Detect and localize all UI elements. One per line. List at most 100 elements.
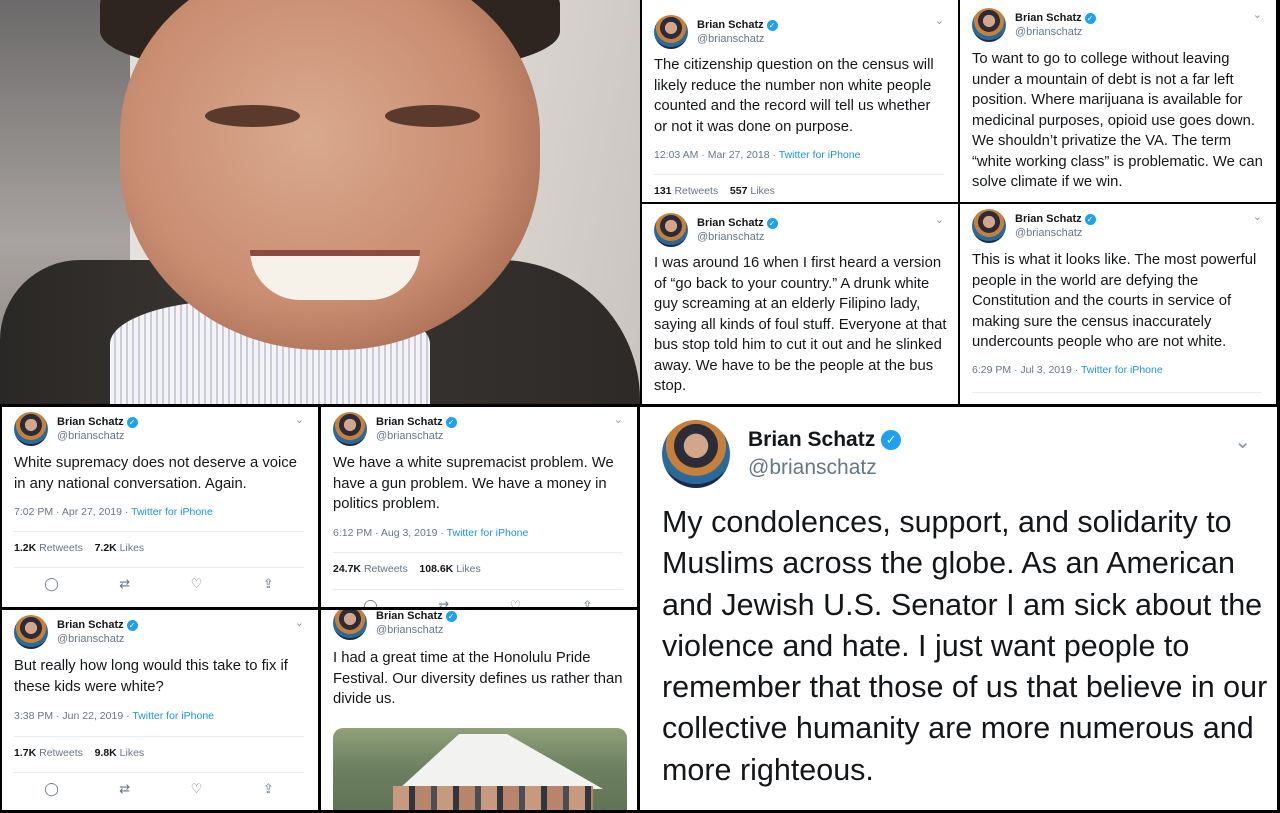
chevron-down-icon[interactable]: ⌄: [1253, 210, 1262, 223]
author-name[interactable]: Brian Schatz: [57, 618, 124, 632]
tweet-source[interactable]: Twitter for iPhone: [132, 710, 214, 722]
avatar[interactable]: [662, 420, 730, 488]
chevron-down-icon[interactable]: ⌄: [935, 213, 944, 226]
tweet-text: The citizenship question on the census w…: [654, 57, 934, 135]
like-count[interactable]: 108.6K: [419, 563, 453, 575]
author-handle[interactable]: @brianschatz: [1015, 25, 1096, 39]
tweet-source[interactable]: Twitter for iPhone: [131, 506, 213, 518]
retweet-count[interactable]: 1.7K: [14, 747, 36, 759]
tweet-card-bus-stop[interactable]: Brian Schatz ✓ @brianschatz ⌄ I was aroun…: [642, 204, 958, 404]
reply-icon[interactable]: ◯: [44, 781, 59, 797]
author-handle[interactable]: @brianschatz: [748, 454, 901, 482]
tweet-card-white-supremacy-voice[interactable]: Brian Schatz ✓ @brianschatz ⌄ White supre…: [2, 407, 318, 607]
author-handle[interactable]: @brianschatz: [376, 623, 457, 637]
verified-badge-icon: ✓: [126, 619, 138, 631]
tweet-time[interactable]: 12:03 AM · Mar 27, 2018: [654, 149, 770, 161]
like-count[interactable]: 7.2K: [95, 542, 117, 554]
verified-badge-icon: ✓: [766, 217, 778, 229]
retweet-icon[interactable]: ⇄: [119, 781, 130, 797]
tweet-time[interactable]: 3:38 PM · Jun 22, 2019: [14, 710, 123, 722]
likes-label: Likes: [119, 542, 145, 554]
author-handle[interactable]: @brianschatz: [1015, 226, 1096, 240]
tweet-card-condolences-muslims[interactable]: Brian Schatz ✓ @brianschatz ⌄ My condolen…: [640, 407, 1277, 810]
tweet-actions: ◯ ⇄ ♡ ⇪: [14, 772, 304, 797]
tweet-text: I was around 16 when I first heard a ver…: [654, 255, 947, 394]
tweet-card-honolulu-pride[interactable]: Brian Schatz ✓ @brianschatz I had a great…: [321, 610, 637, 810]
chevron-down-icon[interactable]: ⌄: [295, 413, 304, 426]
retweet-icon[interactable]: ⇄: [119, 576, 130, 592]
author-handle[interactable]: @brianschatz: [376, 429, 457, 443]
chevron-down-icon[interactable]: ⌄: [935, 14, 944, 27]
verified-badge-icon: ✓: [1084, 12, 1096, 24]
tweet-card-constitution-census[interactable]: Brian Schatz ✓ @brianschatz ⌄ This is wha…: [960, 204, 1276, 404]
author-name[interactable]: Brian Schatz: [697, 18, 764, 32]
heart-icon[interactable]: ♡: [510, 598, 522, 607]
author-name[interactable]: Brian Schatz: [1015, 212, 1082, 226]
share-icon[interactable]: ⇪: [263, 781, 274, 797]
tweet-stats: 24.7K Retweets 108.6K Likes: [333, 552, 623, 575]
heart-icon[interactable]: ♡: [191, 576, 203, 592]
tweet-text: We have a white supremacist problem. We …: [333, 455, 614, 512]
verified-badge-icon: ✓: [445, 610, 457, 622]
author-handle[interactable]: @brianschatz: [697, 32, 778, 46]
tweet-source[interactable]: Twitter for iPhone: [1081, 364, 1163, 376]
retweet-count[interactable]: 1.2K: [14, 542, 36, 554]
author-name[interactable]: Brian Schatz: [57, 415, 124, 429]
author-handle[interactable]: @brianschatz: [57, 429, 138, 443]
tweet-photo-pride-tent[interactable]: [333, 728, 627, 810]
chevron-down-icon[interactable]: ⌄: [1234, 429, 1251, 454]
tweet-time[interactable]: 6:29 PM · Jul 3, 2019: [972, 364, 1072, 376]
like-count[interactable]: 557: [730, 185, 748, 197]
tweet-header: Brian Schatz ✓ @brianschatz: [14, 614, 138, 650]
tweet-text: White supremacy does not deserve a voice…: [14, 455, 297, 492]
avatar[interactable]: [14, 615, 48, 649]
tweet-time[interactable]: 7:02 PM · Apr 27, 2019: [14, 506, 122, 518]
verified-badge-icon: ✓: [126, 416, 138, 428]
reply-icon[interactable]: ◯: [363, 598, 378, 607]
likes-label: Likes: [750, 185, 775, 197]
share-icon[interactable]: ⇪: [582, 598, 593, 607]
avatar[interactable]: [654, 15, 688, 49]
avatar[interactable]: [333, 610, 367, 640]
tweet-text: My condolences, support, and solidarity …: [662, 505, 1268, 787]
tweet-header: Brian Schatz ✓ @brianschatz: [972, 7, 1096, 43]
avatar[interactable]: [654, 213, 688, 247]
author-handle[interactable]: @brianschatz: [57, 632, 138, 646]
tweet-card-college-debt[interactable]: Brian Schatz ✓ @brianschatz ⌄ To want to …: [960, 0, 1276, 202]
tweet-actions: ◯ ⇄ ♡ ⇪: [333, 589, 623, 607]
tweet-header: Brian Schatz ✓ @brianschatz: [972, 208, 1096, 244]
retweets-label: Retweets: [363, 563, 408, 575]
heart-icon[interactable]: ♡: [191, 781, 203, 797]
author-name[interactable]: Brian Schatz: [376, 610, 443, 623]
tweet-header: Brian Schatz ✓ @brianschatz: [662, 420, 902, 488]
author-handle[interactable]: @brianschatz: [697, 230, 778, 244]
tweet-time[interactable]: 6:12 PM · Aug 3, 2019: [333, 527, 438, 539]
chevron-down-icon[interactable]: ⌄: [295, 616, 304, 629]
chevron-down-icon[interactable]: ⌄: [614, 413, 623, 426]
like-count[interactable]: 9.8K: [95, 747, 117, 759]
author-name[interactable]: Brian Schatz: [697, 216, 764, 230]
tweet-source[interactable]: Twitter for iPhone: [779, 149, 861, 161]
tweet-card-three-problems[interactable]: Brian Schatz ✓ @brianschatz ⌄ We have a w…: [321, 407, 637, 607]
retweet-count[interactable]: 131: [654, 185, 672, 197]
tweet-text: This is what it looks like. The most pow…: [972, 252, 1257, 350]
tweet-stats: [972, 392, 1262, 404]
retweet-icon[interactable]: ⇄: [438, 598, 449, 607]
tweet-card-census-citizenship[interactable]: Brian Schatz ✓ @brianschatz ⌄ The citizen…: [642, 0, 958, 202]
verified-badge-icon: ✓: [1084, 213, 1096, 225]
tweet-source[interactable]: Twitter for iPhone: [447, 527, 529, 539]
tweet-meta: 6:29 PM · Jul 3, 2019 · Twitter for iPho…: [972, 364, 1163, 376]
avatar[interactable]: [14, 412, 48, 446]
share-icon[interactable]: ⇪: [263, 576, 274, 592]
avatar[interactable]: [972, 8, 1006, 42]
author-name[interactable]: Brian Schatz: [1015, 11, 1082, 25]
author-name[interactable]: Brian Schatz: [748, 426, 875, 454]
avatar[interactable]: [972, 209, 1006, 243]
author-name[interactable]: Brian Schatz: [376, 415, 443, 429]
reply-icon[interactable]: ◯: [44, 576, 59, 592]
chevron-down-icon[interactable]: ⌄: [1253, 8, 1262, 21]
tweet-card-kids-white[interactable]: Brian Schatz ✓ @brianschatz ⌄ But really …: [2, 610, 318, 810]
tweet-meta: 6:12 PM · Aug 3, 2019 · Twitter for iPho…: [333, 527, 529, 539]
retweet-count[interactable]: 24.7K: [333, 563, 361, 575]
avatar[interactable]: [333, 412, 367, 446]
